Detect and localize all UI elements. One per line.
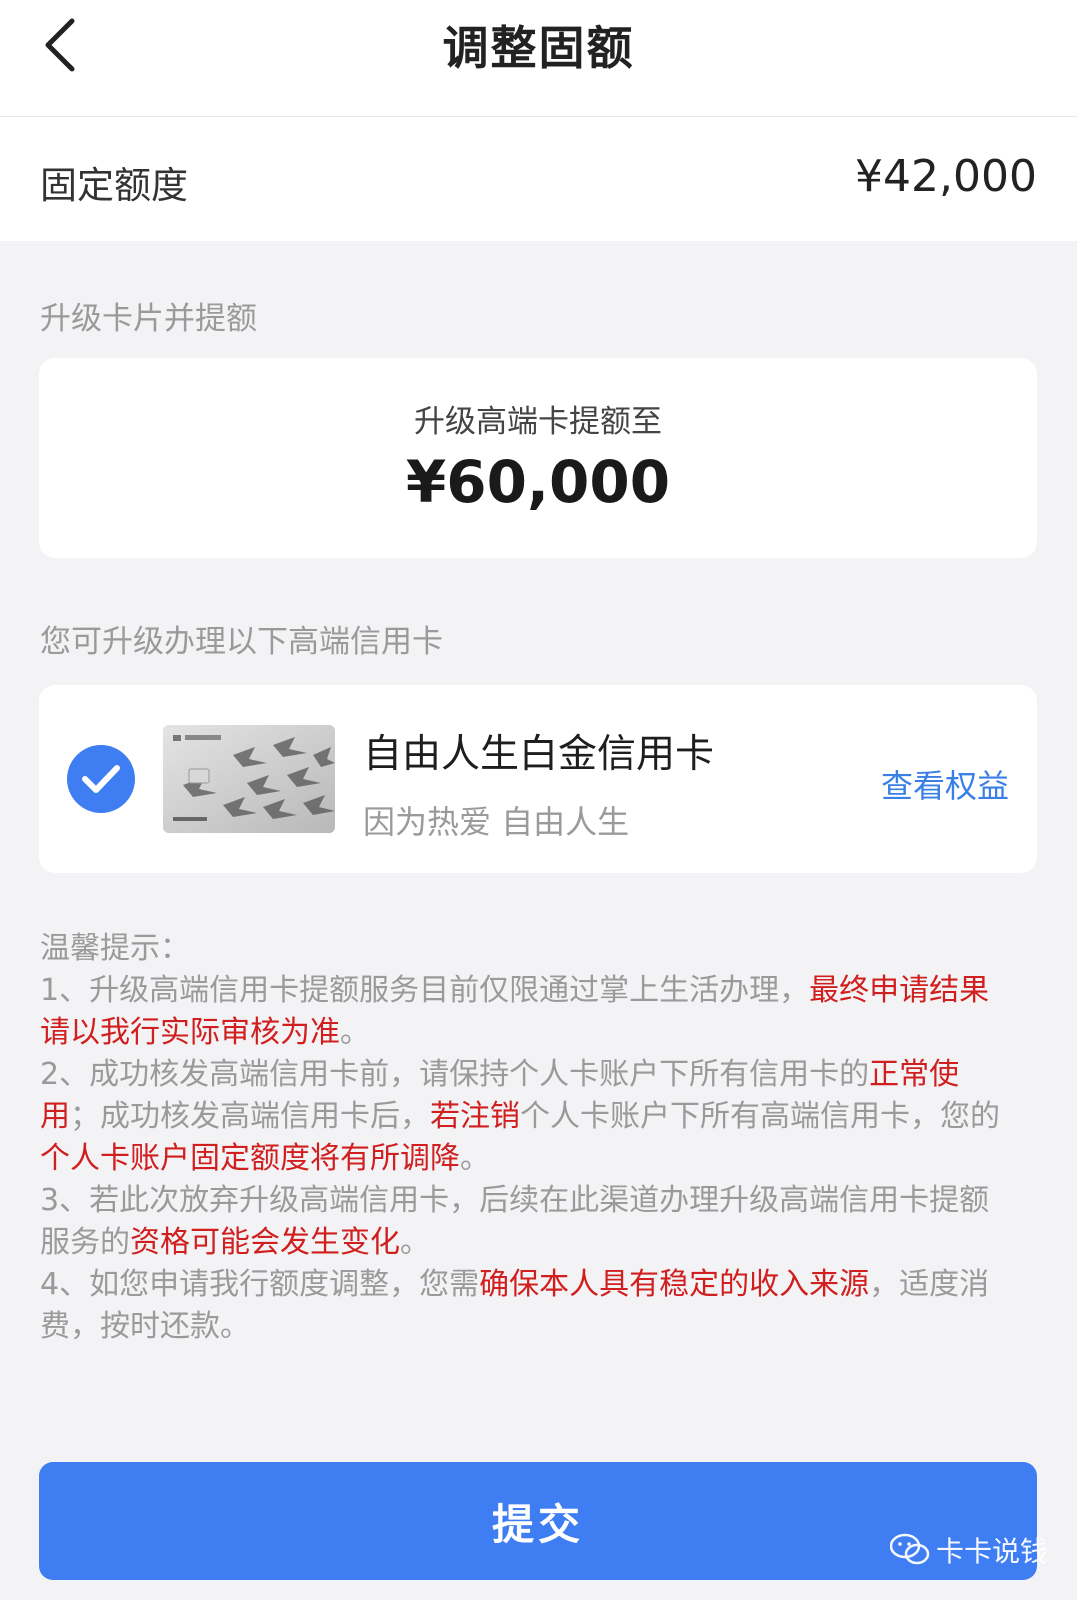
nav-bar: 调整固额 <box>0 0 1077 117</box>
fixed-limit-label: 固定额度 <box>40 164 188 207</box>
check-icon <box>82 765 120 793</box>
upgrade-caption: 升级高端卡提额至 <box>414 404 662 440</box>
view-benefits-link[interactable]: 查看权益 <box>881 761 1009 807</box>
selected-checkbox[interactable] <box>67 745 135 813</box>
cards-section-title: 您可升级办理以下高端信用卡 <box>40 624 443 660</box>
tip-text: 。 <box>400 1225 430 1260</box>
tip-highlight: 确保本人具有稳定的收入来源 <box>479 1267 870 1302</box>
tip-text: 。 <box>340 1015 370 1050</box>
fixed-limit-value: ¥42,000 <box>855 151 1037 202</box>
tips-heading: 温馨提示： <box>40 931 190 966</box>
submit-button[interactable]: 提交 <box>39 1462 1037 1580</box>
wechat-icon <box>890 1533 930 1565</box>
tip-text: 。 <box>460 1141 490 1176</box>
page-title: 调整固额 <box>442 21 635 75</box>
tip-item-4: 4、如您申请我行额度调整，您需确保本人具有稳定的收入来源，适度消费，按时还款。 <box>40 1264 1000 1348</box>
watermark: 卡卡说钱 <box>890 1530 1048 1570</box>
tip-item-3: 3、若此次放弃升级高端信用卡，后续在此渠道办理升级高端信用卡提额服务的资格可能会… <box>40 1180 1000 1264</box>
tip-text: 2、成功核发高端信用卡前，请保持个人卡账户下所有信用卡的 <box>40 1057 870 1092</box>
tip-text: 4、如您申请我行额度调整，您需 <box>40 1267 480 1302</box>
tip-text: 1、升级高端信用卡提额服务目前仅限通过掌上生活办理， <box>40 973 810 1008</box>
card-slogan: 因为热爱 自由人生 <box>363 803 630 841</box>
tip-item-2: 2、成功核发高端信用卡前，请保持个人卡账户下所有信用卡的正常使用；成功核发高端信… <box>40 1054 1000 1180</box>
tip-text: 个人卡账户下所有高端信用卡，您的 <box>520 1099 1000 1134</box>
card-pattern-graphic <box>163 725 335 833</box>
tip-text: ；成功核发高端信用卡后， <box>70 1099 430 1134</box>
tip-highlight: 资格可能会发生变化 <box>130 1225 400 1260</box>
upgrade-section-title: 升级卡片并提额 <box>40 301 257 337</box>
tips-section: 温馨提示： 1、升级高端信用卡提额服务目前仅限通过掌上生活办理，最终申请结果请以… <box>40 928 1000 1348</box>
card-image <box>163 725 335 833</box>
upgrade-amount: ¥60,000 <box>405 448 671 516</box>
fixed-limit-row: 固定额度 ¥42,000 <box>0 117 1077 241</box>
card-name: 自由人生白金信用卡 <box>363 732 715 777</box>
tip-highlight: 若注销 <box>430 1099 520 1134</box>
watermark-text: 卡卡说钱 <box>936 1535 1049 1568</box>
tip-highlight: 个人卡账户固定额度将有所调降 <box>40 1141 460 1176</box>
credit-card-option[interactable]: 自由人生白金信用卡 因为热爱 自由人生 查看权益 <box>39 685 1037 873</box>
upgrade-amount-card: 升级高端卡提额至 ¥60,000 <box>39 358 1037 558</box>
tip-item-1: 1、升级高端信用卡提额服务目前仅限通过掌上生活办理，最终申请结果请以我行实际审核… <box>40 970 1000 1054</box>
